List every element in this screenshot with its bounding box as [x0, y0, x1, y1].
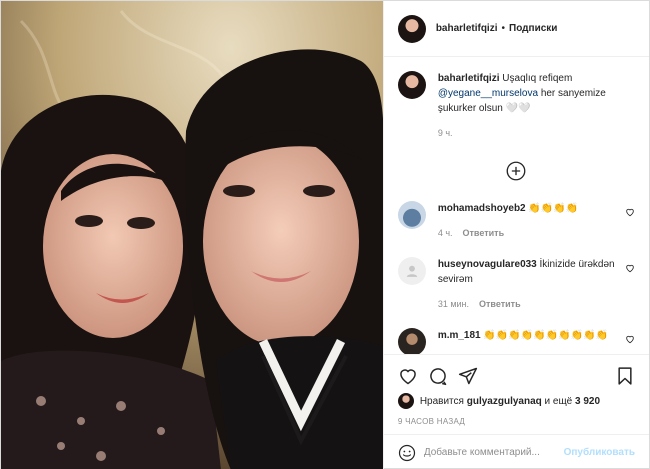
comment-avatar-placeholder[interactable] — [397, 257, 426, 285]
share-icon[interactable] — [458, 366, 478, 386]
author-username[interactable]: baharletifqizi — [436, 23, 498, 34]
caption-mention-link[interactable]: @yegane__murselova — [438, 88, 538, 99]
comment-text: 👏👏👏👏👏👏👏👏👏👏 — [483, 330, 608, 341]
comment-item: mohamadshoyeb2 👏👏👏👏 4 ч. Ответить — [397, 201, 635, 241]
caption: baharletifqizi Uşaqlıq refiqem @yegane__… — [397, 71, 635, 141]
header-separator: • — [501, 23, 506, 34]
photo-illustration — [1, 1, 383, 469]
load-more-comments-button[interactable] — [398, 161, 635, 181]
comment-text: 👏👏👏👏 — [528, 203, 579, 214]
caption-meta: 9 ч. — [438, 126, 617, 141]
likes-count[interactable]: 3 920 — [575, 396, 600, 407]
add-comment-bar: Опубликовать — [383, 434, 649, 469]
caption-username[interactable]: baharletifqizi — [438, 73, 500, 84]
post-side-panel: baharletifqizi • Подписки baharletifqizi… — [382, 1, 649, 469]
post-header: baharletifqizi • Подписки — [383, 1, 649, 57]
comment-time[interactable]: 31 мин. — [438, 299, 469, 309]
follow-button[interactable]: Подписки — [509, 23, 557, 34]
post-photo[interactable] — [1, 1, 383, 469]
likes-prefix: Нравится — [419, 395, 464, 407]
comment-avatar[interactable] — [397, 328, 426, 354]
comment-meta: 31 мин. Ответить — [438, 297, 617, 312]
comment-input[interactable] — [423, 447, 564, 458]
comment-like-heart-icon[interactable] — [625, 334, 635, 344]
comment-item: huseynovagulare033 İkinizide ürəkdən sev… — [397, 257, 635, 312]
heart-icon[interactable] — [398, 366, 418, 386]
publish-button[interactable]: Опубликовать — [564, 447, 635, 458]
liker-avatar[interactable] — [397, 393, 414, 409]
likes-middle: и ещё — [544, 395, 573, 407]
comment-username[interactable]: m.m_181 — [438, 330, 481, 341]
caption-text-before: Uşaqlıq refiqem — [502, 73, 573, 84]
comment-time[interactable]: 4 ч. — [438, 228, 453, 238]
comment-reply-button[interactable]: Ответить — [479, 299, 521, 309]
post-modal: baharletifqizi • Подписки baharletifqizi… — [0, 0, 650, 469]
caption-avatar[interactable] — [397, 71, 426, 99]
author-avatar[interactable] — [397, 14, 426, 43]
action-icons — [398, 363, 635, 389]
liker-username[interactable]: gulyazgulyanaq — [467, 396, 542, 407]
emoji-icon[interactable] — [398, 444, 416, 462]
likes-summary[interactable]: Нравится gulyazgulyanaq и ещё 3 920 — [397, 393, 635, 409]
comment-like-heart-icon[interactable] — [625, 207, 635, 217]
comments-list[interactable]: baharletifqizi Uşaqlıq refiqem @yegane__… — [384, 57, 649, 354]
post-timestamp[interactable]: 9 ЧАСОВ НАЗАД — [398, 417, 635, 426]
comment-like-heart-icon[interactable] — [625, 263, 635, 273]
post-actions: Нравится gulyazgulyanaq и ещё 3 920 9 ЧА… — [383, 354, 649, 426]
comment-avatar[interactable] — [397, 201, 426, 229]
bookmark-icon[interactable] — [615, 366, 635, 386]
comment-meta: 4 ч. Ответить — [438, 226, 617, 241]
caption-time[interactable]: 9 ч. — [438, 128, 453, 138]
comment-icon[interactable] — [428, 366, 448, 386]
comment-username[interactable]: mohamadshoyeb2 — [438, 203, 526, 214]
plus-circle-icon — [506, 161, 526, 181]
comment-item: m.m_181 👏👏👏👏👏👏👏👏👏👏 — [397, 328, 635, 354]
user-silhouette-icon — [406, 265, 418, 277]
comment-username[interactable]: huseynovagulare033 — [438, 259, 537, 270]
comment-reply-button[interactable]: Ответить — [463, 228, 505, 238]
